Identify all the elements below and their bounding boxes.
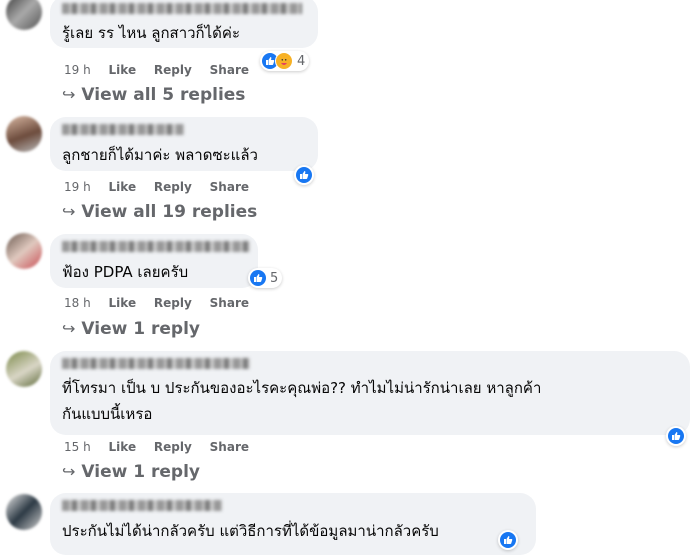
view-replies-link[interactable]: ↪ View all 19 replies [62, 202, 257, 222]
commenter-name-blurred[interactable] [62, 241, 250, 252]
comment-actions: 18 h Like Reply Share [64, 296, 263, 310]
like-button[interactable]: Like [109, 440, 137, 454]
like-reaction-icon [296, 167, 312, 183]
comment-actions: 19 h Like Reply Share [64, 63, 263, 77]
comment-text: รู้เลย รร ไหน ลูกสาวก็ได้ค่ะ [62, 24, 241, 42]
commenter-name-blurred[interactable] [62, 500, 222, 511]
view-replies-link[interactable]: ↪ View all 5 replies [62, 85, 245, 105]
comment-text-line-1: ที่โทรมา เป็น บ ประกันของอะไรคะคุณพ่อ?? … [62, 379, 542, 397]
reaction-summary[interactable] [498, 530, 518, 550]
avatar[interactable] [6, 233, 42, 269]
reply-button[interactable]: Reply [154, 63, 192, 77]
view-replies-link[interactable]: ↪ View 1 reply [62, 319, 200, 339]
comment-bubble: ที่โทรมา เป็น บ ประกันของอะไรคะคุณพ่อ?? … [50, 351, 690, 435]
comment-text: ฟ้อง PDPA เลยครับ [62, 263, 189, 281]
reply-arrow-icon: ↪ [62, 462, 76, 481]
comment-time[interactable]: 18 h [64, 296, 91, 310]
reply-arrow-icon: ↪ [62, 85, 76, 104]
reply-button[interactable]: Reply [154, 440, 192, 454]
reply-button[interactable]: Reply [154, 180, 192, 194]
comment-time[interactable]: 19 h [64, 63, 91, 77]
comment-bubble: ลูกชายก็ได้มาค่ะ พลาดซะแล้ว [50, 117, 318, 171]
comment-time[interactable]: 15 h [64, 440, 91, 454]
share-button[interactable]: Share [210, 180, 249, 194]
comment-text: ประกันไม่ได้น่ากลัวครับ แต่วิธีการที่ได้… [62, 522, 439, 540]
comment-text: ลูกชายก็ได้มาค่ะ พลาดซะแล้ว [62, 146, 258, 164]
reaction-summary[interactable]: 5 [248, 268, 283, 288]
reply-button[interactable]: Reply [154, 296, 192, 310]
like-button[interactable]: Like [109, 296, 137, 310]
like-button[interactable]: Like [109, 63, 137, 77]
commenter-name-blurred[interactable] [62, 3, 302, 14]
comment-bubble: รู้เลย รร ไหน ลูกสาวก็ได้ค่ะ [50, 0, 318, 48]
commenter-name-blurred[interactable] [62, 124, 184, 135]
avatar[interactable] [6, 116, 42, 152]
share-button[interactable]: Share [210, 440, 249, 454]
reaction-summary[interactable]: 4 [260, 51, 310, 71]
view-replies-link[interactable]: ↪ View 1 reply [62, 462, 200, 482]
reaction-summary[interactable] [666, 426, 686, 446]
view-replies-label: View all 5 replies [81, 85, 246, 105]
like-reaction-icon [250, 270, 266, 286]
reaction-count: 4 [297, 53, 306, 69]
comment-actions: 19 h Like Reply Share [64, 180, 263, 194]
share-button[interactable]: Share [210, 296, 249, 310]
view-replies-label: View 1 reply [81, 462, 200, 482]
view-replies-label: View all 19 replies [81, 202, 258, 222]
commenter-name-blurred[interactable] [62, 358, 250, 369]
share-button[interactable]: Share [210, 63, 249, 77]
care-reaction-icon [275, 52, 293, 70]
like-button[interactable]: Like [109, 180, 137, 194]
comment-actions: 15 h Like Reply Share [64, 440, 263, 454]
comment-time[interactable]: 19 h [64, 180, 91, 194]
avatar[interactable] [6, 351, 42, 387]
like-reaction-icon [668, 428, 684, 444]
like-reaction-icon [500, 532, 516, 548]
view-replies-label: View 1 reply [81, 319, 200, 339]
avatar[interactable] [6, 0, 42, 30]
comment-bubble: ประกันไม่ได้น่ากลัวครับ แต่วิธีการที่ได้… [50, 493, 536, 555]
reply-arrow-icon: ↪ [62, 202, 76, 221]
reply-arrow-icon: ↪ [62, 319, 76, 338]
reaction-count: 5 [270, 270, 279, 286]
reaction-summary[interactable] [294, 165, 314, 185]
comment-bubble: ฟ้อง PDPA เลยครับ [50, 234, 258, 288]
avatar[interactable] [6, 494, 42, 530]
comment-text-line-2: กันแบบนี้เหรอ [62, 405, 153, 423]
